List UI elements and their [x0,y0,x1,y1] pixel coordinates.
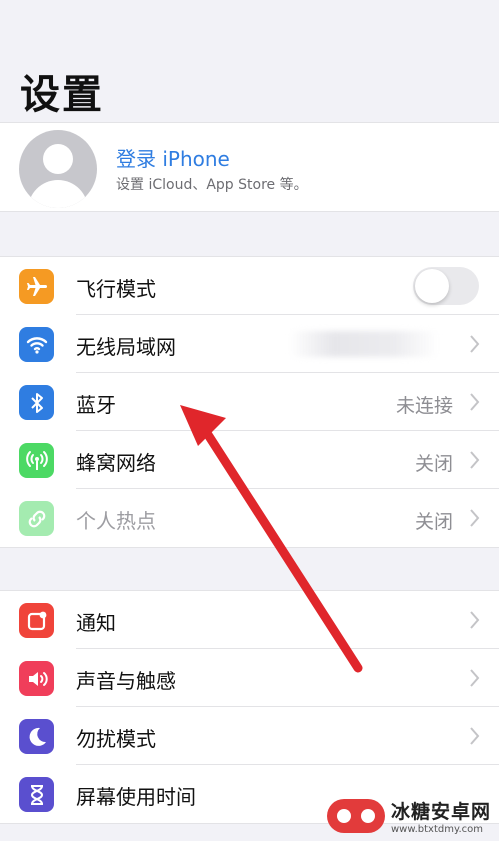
wifi-row[interactable]: 无线局域网 [0,315,499,373]
notifications-section: 通知 声音与触感 勿扰模式 屏幕使用时间 [0,590,499,824]
antenna-icon [19,443,54,478]
hourglass-icon [19,777,54,812]
bluetooth-icon [19,385,54,420]
page-title: 设置 [20,72,104,118]
hotspot-row[interactable]: 个人热点 关闭 [0,489,499,547]
do-not-disturb-label: 勿扰模式 [76,727,156,751]
wifi-label: 无线局域网 [76,335,176,359]
notifications-label: 通知 [76,611,116,635]
screen-time-label: 屏幕使用时间 [76,785,196,809]
chevron-right-icon [470,727,480,745]
watermark-name: 冰糖安卓网 [390,801,491,823]
sign-in-label: 登录 iPhone [116,147,230,171]
apple-id-row[interactable]: 登录 iPhone 设置 iCloud、App Store 等。 [0,122,499,212]
hotspot-status: 关闭 [414,511,453,533]
chevron-right-icon [470,669,480,687]
wifi-icon [19,327,54,362]
chevron-right-icon [470,611,480,629]
watermark-url: www.btxtdmy.com [390,824,484,835]
chevron-right-icon [470,335,480,353]
speaker-icon [19,661,54,696]
bluetooth-row[interactable]: 蓝牙 未连接 [0,373,499,431]
cellular-row[interactable]: 蜂窝网络 关闭 [0,431,499,489]
notifications-row[interactable]: 通知 [0,591,499,649]
cellular-status: 关闭 [414,453,453,475]
watermark: 冰糖安卓网 www.btxtdmy.com [326,797,491,835]
sounds-row[interactable]: 声音与触感 [0,649,499,707]
chevron-right-icon [470,451,480,469]
hotspot-label: 个人热点 [76,509,156,533]
notification-icon [19,603,54,638]
link-icon [19,501,54,536]
wifi-network-name-blurred [289,331,439,357]
sounds-label: 声音与触感 [76,669,176,693]
sign-in-subtitle: 设置 iCloud、App Store 等。 [116,177,308,193]
bluetooth-label: 蓝牙 [76,393,116,417]
watermark-logo [326,799,385,833]
airplane-mode-toggle[interactable] [413,267,479,305]
airplane-icon [19,269,54,304]
bluetooth-status: 未连接 [395,395,453,417]
moon-icon [19,719,54,754]
chevron-right-icon [470,393,480,411]
connectivity-section: 飞行模式 无线局域网 蓝牙 未连接 蜂窝网络 关闭 个人热点 关闭 [0,256,499,548]
airplane-mode-row: 飞行模式 [0,257,499,315]
cellular-label: 蜂窝网络 [76,451,156,475]
airplane-mode-label: 飞行模式 [76,277,156,301]
chevron-right-icon [470,509,480,527]
avatar [19,130,97,208]
do-not-disturb-row[interactable]: 勿扰模式 [0,707,499,765]
